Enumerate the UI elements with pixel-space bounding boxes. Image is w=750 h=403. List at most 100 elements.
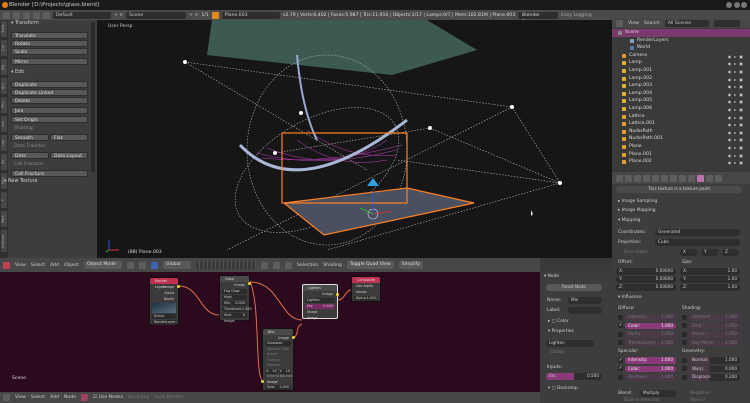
offset-x-field[interactable]: X: 0.00000	[616, 268, 676, 275]
menu-view[interactable]: View	[15, 263, 26, 268]
axis-z-dropdown[interactable]: Z	[722, 249, 739, 256]
rgb-to-intensity-checkbox[interactable]: RGB to Intensity	[624, 398, 660, 403]
quality-dropdown[interactable]: High	[222, 295, 247, 300]
scale-button[interactable]: Scale	[11, 48, 88, 55]
outliner-item[interactable]: Plane.002 ◉▸▣	[612, 158, 750, 166]
render-preview-icon[interactable]	[284, 261, 292, 269]
toggle-quad-view-button[interactable]: Toggle Quad View	[346, 261, 394, 269]
menu-object[interactable]: Object	[64, 263, 79, 268]
influence-checkbox[interactable]	[618, 331, 623, 337]
socket[interactable]	[177, 285, 180, 288]
clamp-checkbox[interactable]: Clamp	[550, 350, 564, 355]
outliner-item[interactable]: RenderLayers	[612, 37, 750, 45]
influence-diffuse-field[interactable]: Alpha: 1.000	[625, 331, 676, 338]
influence-geometry-field[interactable]: Warp: 0.000	[689, 365, 740, 372]
properties-panel-header[interactable]: ▾ Properties	[548, 329, 574, 334]
node-editor[interactable]: Render Layers Image Alpha Depth Scene Re…	[0, 272, 540, 392]
node-tree-type-icon[interactable]	[80, 394, 88, 401]
name-field[interactable]: Mix	[568, 297, 602, 304]
influence-shading-field[interactable]: Ray Mirror: 1.000	[689, 339, 740, 346]
relative-checkbox[interactable]: Relative	[265, 363, 291, 368]
window-menu-icon[interactable]	[33, 11, 40, 19]
translate-button[interactable]: Translate	[11, 32, 88, 39]
tab-retopo[interactable]: Retk	[1, 211, 7, 227]
backdrop-checkbox[interactable]: Backdrop	[128, 395, 150, 400]
close-button[interactable]	[741, 2, 747, 8]
influence-checkbox[interactable]	[618, 314, 623, 320]
tab-scene-icon[interactable]	[634, 175, 641, 182]
outliner-item[interactable]: Lamp.006 ◉▸▣	[612, 105, 750, 113]
axis-y-dropdown[interactable]: Y	[701, 249, 718, 256]
outliner-item[interactable]: Camera ◉▸▣	[612, 52, 750, 60]
influence-checkbox[interactable]	[682, 374, 687, 380]
mix-field[interactable]: Mix: 0.000	[222, 301, 247, 306]
duplicate-button[interactable]: Duplicate	[11, 81, 88, 88]
file-menu-icon[interactable]	[13, 11, 20, 19]
render-menu-icon[interactable]	[23, 11, 30, 19]
tab-physics[interactable]: Phy	[1, 97, 7, 113]
duplicate-linked-button[interactable]: Duplicate Linked	[11, 89, 88, 96]
composite-node[interactable]: Composite Use Alpha Image Alpha: 1.000	[351, 276, 381, 302]
reset-node-button[interactable]: Reset Node	[546, 284, 602, 291]
offset-y-field[interactable]: Y: 0.00000	[616, 276, 676, 283]
orientation-dropdown[interactable]: Global	[162, 261, 191, 269]
outliner-item[interactable]: Lattice ◉▸▣	[612, 113, 750, 121]
tab-layers-icon[interactable]	[625, 175, 632, 182]
filter-dropdown[interactable]: Gaussian	[265, 341, 291, 346]
tab-custom[interactable]: Custom	[1, 230, 7, 252]
tab-particles-icon[interactable]	[706, 175, 713, 182]
socket[interactable]	[336, 293, 339, 296]
shading-button[interactable]: Shading	[323, 263, 342, 268]
tab-render-icon[interactable]	[616, 175, 623, 182]
glare-type-dropdown[interactable]: Fog Glow	[222, 289, 247, 294]
influence-panel[interactable]: ▾ Influence	[618, 295, 642, 300]
menu-view[interactable]: View	[628, 21, 639, 26]
data-button[interactable]: Data	[11, 152, 49, 159]
alpha-field[interactable]: Alpha: 1.000	[354, 296, 378, 301]
use-alpha-checkbox[interactable]: Use Alpha	[354, 284, 378, 289]
join-button[interactable]: Join	[11, 107, 88, 114]
outliner-item[interactable]: Lamp.002 ◉▸▣	[612, 75, 750, 83]
selection-button[interactable]: Selection	[297, 263, 318, 268]
snap-icon[interactable]	[260, 261, 268, 269]
new-texture-panel[interactable]: ▾ New Texture	[4, 179, 37, 184]
menu-node[interactable]: Node	[64, 395, 76, 400]
tab-material-icon[interactable]	[688, 175, 695, 182]
fac-slider[interactable]: Fac 0.500	[546, 373, 602, 380]
influence-checkbox[interactable]: ✓	[618, 366, 623, 372]
influence-diffuse-field[interactable]: Color: 1.000	[625, 322, 676, 329]
menu-view[interactable]: View	[15, 395, 26, 400]
blur-node[interactable]: Blur Image Gaussian Variable Size Bokeh …	[261, 328, 295, 391]
lighten-node[interactable]: Lighten Image Lighten Fac 0.500 Image Ima…	[302, 284, 339, 320]
render-layers-node[interactable]: Render Layers Image Alpha Depth Scene Re…	[149, 277, 180, 325]
socket[interactable]	[248, 282, 251, 285]
influence-specular-field[interactable]: Color: 1.000	[625, 365, 676, 372]
minimize-button[interactable]	[726, 2, 732, 8]
visibility-toggles-icon[interactable]: ◉▸▣	[728, 159, 746, 167]
auto-render-checkbox[interactable]: Auto Render	[155, 395, 183, 400]
glare-node[interactable]: Glare Image Fog Glow High Mix: 0.000 Thre…	[219, 275, 252, 323]
influence-specular-field[interactable]: Hardness: 1.000	[625, 374, 676, 381]
tab-relations[interactable]: Rel	[1, 59, 7, 75]
editor-type-icon[interactable]	[3, 394, 10, 401]
influence-checkbox[interactable]	[682, 357, 687, 363]
threshold-field[interactable]: Threshold: 1.000	[222, 307, 252, 312]
tab-texture-icon[interactable]	[697, 175, 704, 182]
influence-geometry-field[interactable]: Displace: 0.200	[689, 374, 740, 381]
color-panel-header[interactable]: ▸ ▢ Color	[548, 319, 569, 324]
cell-fracture-button[interactable]: Cell Fracture	[11, 170, 88, 177]
editor-type-icon[interactable]	[3, 11, 10, 19]
axis-x-dropdown[interactable]: X	[680, 249, 697, 256]
use-nodes-checkbox[interactable]: ☑ Use Nodes	[93, 395, 123, 400]
blend-mode-dropdown[interactable]: Lighten	[546, 340, 594, 347]
fac-field[interactable]: Fac 0.500	[305, 304, 335, 309]
influence-checkbox[interactable]	[618, 340, 623, 346]
3d-viewport[interactable]: User Persp (88) Plane.003	[97, 20, 612, 258]
image-sampling-panel[interactable]: ▸ Image Sampling	[618, 199, 657, 204]
influence-checkbox[interactable]	[682, 331, 687, 337]
y-field[interactable]: Y: 16	[278, 368, 291, 374]
outliner-item[interactable]: Plane ◉▸▣	[612, 143, 750, 151]
outliner-item[interactable]: NurbsPath ◉▸▣	[612, 128, 750, 136]
tab-tools[interactable]: Tools	[1, 21, 7, 37]
size-z-field[interactable]: Z: 1.00	[680, 284, 740, 291]
